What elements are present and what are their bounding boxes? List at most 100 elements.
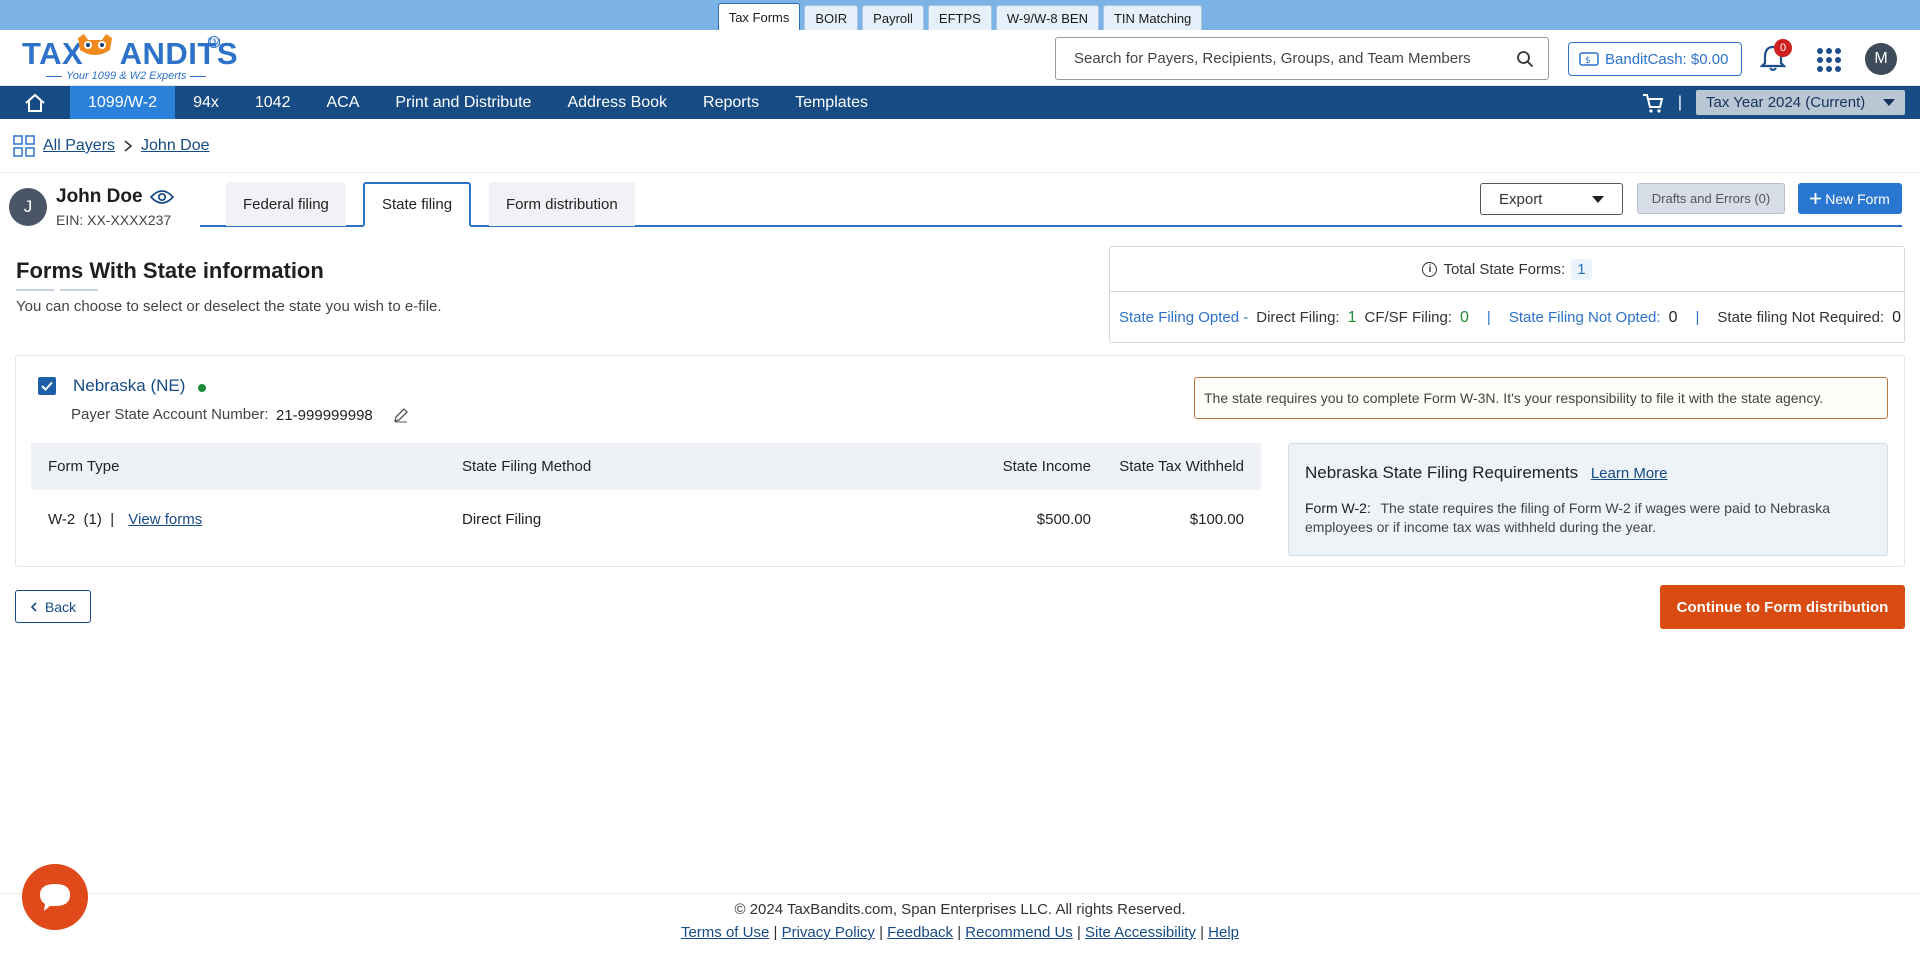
- footer-link-terms[interactable]: Terms of Use: [681, 924, 769, 941]
- nav-1099-w2[interactable]: 1099/W-2: [70, 86, 176, 119]
- requirements-body: The state requires the filing of Form W-…: [1305, 500, 1830, 535]
- breadcrumb: All Payers John Doe: [13, 135, 210, 157]
- requirements-text: Form W-2: The state requires the filing …: [1305, 499, 1865, 537]
- state-requirements-panel: Nebraska State Filing Requirements Learn…: [1288, 443, 1888, 556]
- footer-link-feedback[interactable]: Feedback: [887, 924, 953, 941]
- new-form-button[interactable]: New Form: [1798, 183, 1902, 214]
- breadcrumb-all-payers[interactable]: All Payers: [43, 137, 115, 155]
- nav-address-book[interactable]: Address Book: [549, 86, 685, 119]
- view-forms-link[interactable]: View forms: [128, 511, 202, 528]
- tab-federal-filing[interactable]: Federal filing: [226, 182, 346, 226]
- export-dropdown[interactable]: Export: [1480, 183, 1623, 215]
- product-tab-tax-forms[interactable]: Tax Forms: [717, 3, 801, 30]
- drafts-errors-button[interactable]: Drafts and Errors (0): [1637, 183, 1785, 214]
- direct-filing-label: Direct Filing:: [1256, 309, 1340, 326]
- summary-separator: |: [1486, 309, 1491, 326]
- tax-year-dropdown[interactable]: Tax Year 2024 (Current): [1696, 90, 1905, 115]
- tax-year-label: Tax Year 2024 (Current): [1706, 94, 1866, 111]
- nav-templates[interactable]: Templates: [777, 86, 886, 119]
- table-header-row: Form Type State Filing Method State Inco…: [31, 443, 1261, 490]
- not-required-label: State filing Not Required:: [1717, 309, 1885, 326]
- chevron-right-icon: [124, 140, 133, 152]
- nav-1042[interactable]: 1042: [237, 86, 309, 119]
- product-strip: Tax Forms BOIR Payroll EFTPS W-9/W-8 BEN…: [0, 0, 1920, 30]
- footer-link-help[interactable]: Help: [1208, 924, 1239, 941]
- payer-name: John Doe: [56, 186, 143, 207]
- search-icon[interactable]: [1516, 50, 1534, 68]
- nav-94x[interactable]: 94x: [175, 86, 237, 119]
- summary-separator: |: [1695, 309, 1700, 326]
- nav-reports[interactable]: Reports: [685, 86, 777, 119]
- opted-label: State Filing Opted -: [1119, 309, 1249, 326]
- payers-grid-icon[interactable]: [13, 135, 35, 157]
- state-card-nebraska: Nebraska (NE) Payer State Account Number…: [15, 355, 1905, 567]
- cell-state-tax-withheld: $100.00: [1189, 511, 1244, 528]
- global-search[interactable]: [1055, 37, 1549, 80]
- col-form-type: Form Type: [48, 458, 120, 475]
- back-label: Back: [44, 598, 77, 615]
- copyright-text: © 2024 TaxBandits.com, Span Enterprises …: [734, 901, 1186, 918]
- eye-icon[interactable]: [150, 189, 174, 205]
- product-tab-eftps[interactable]: EFTPS: [927, 5, 992, 30]
- col-state-income: State Income: [1002, 458, 1091, 475]
- logo-wordmark: TAX ANDITS: [22, 36, 239, 71]
- form-type-value: W-2 (1) |: [48, 511, 115, 528]
- footer-link-recommend[interactable]: Recommend Us: [965, 924, 1073, 941]
- app-header: TAX ANDITS TM Your 1099 & W2 Experts $ B…: [0, 30, 1920, 86]
- cart-icon[interactable]: [1642, 92, 1664, 114]
- section-subtitle: You can choose to select or deselect the…: [16, 298, 442, 315]
- home-button[interactable]: [0, 86, 70, 119]
- wallet-icon: $: [1579, 52, 1599, 66]
- product-tab-tin-matching[interactable]: TIN Matching: [1102, 5, 1203, 30]
- breadcrumb-current-payer[interactable]: John Doe: [141, 137, 210, 155]
- footer-link-accessibility[interactable]: Site Accessibility: [1085, 924, 1196, 941]
- bandit-cash-button[interactable]: $ BanditCash: $0.00: [1568, 42, 1742, 76]
- col-filing-method: State Filing Method: [462, 458, 592, 475]
- pencil-edit-icon[interactable]: [393, 407, 409, 423]
- footer-divider: [0, 893, 1920, 894]
- not-required-count: 0: [1892, 308, 1902, 326]
- state-account-value: 21-999999998: [276, 407, 373, 424]
- owl-logo-icon: [78, 34, 112, 55]
- col-state-tax-withheld: State Tax Withheld: [1119, 458, 1244, 475]
- nav-separator: |: [1677, 93, 1682, 111]
- cfsf-filing-label: CF/SF Filing:: [1364, 309, 1453, 326]
- continue-form-distribution-button[interactable]: Continue to Form distribution: [1660, 585, 1905, 629]
- learn-more-link[interactable]: Learn More: [1591, 465, 1668, 482]
- product-tab-boir[interactable]: BOIR: [804, 5, 859, 30]
- chevron-left-icon: [30, 601, 37, 612]
- tab-form-distribution[interactable]: Form distribution: [489, 182, 635, 226]
- search-input[interactable]: [1074, 50, 1516, 67]
- payer-ein: EIN: XX-XXXX237: [56, 212, 172, 228]
- info-icon: i: [1422, 261, 1438, 277]
- cell-state-income: $500.00: [1036, 511, 1091, 528]
- export-label: Export: [1499, 190, 1543, 208]
- nav-aca[interactable]: ACA: [308, 86, 377, 119]
- table-row: W-2 (1) | View forms Direct Filing $500.…: [31, 490, 1261, 549]
- chat-widget-button[interactable]: [22, 864, 88, 930]
- back-button[interactable]: Back: [15, 590, 91, 623]
- new-form-label: New Form: [1825, 190, 1890, 207]
- taxbandits-logo[interactable]: TAX ANDITS TM Your 1099 & W2 Experts: [20, 34, 238, 82]
- notification-count-badge: 0: [1774, 39, 1792, 57]
- product-tab-w9-w8ben[interactable]: W-9/W-8 BEN: [995, 5, 1099, 30]
- payer-avatar: J: [9, 188, 47, 226]
- user-avatar[interactable]: M: [1865, 43, 1897, 75]
- home-icon: [25, 93, 45, 112]
- logo-tagline: Your 1099 & W2 Experts: [42, 70, 210, 82]
- state-forms-summary: i Total State Forms: 1 State Filing Opte…: [1109, 246, 1905, 343]
- total-forms-label: Total State Forms:: [1443, 260, 1566, 278]
- nav-print-distribute[interactable]: Print and Distribute: [377, 86, 549, 119]
- product-tab-payroll[interactable]: Payroll: [862, 5, 924, 30]
- summary-breakdown-row: State Filing Opted - Direct Filing: 1 CF…: [1110, 292, 1904, 343]
- state-requirement-note: The state requires you to complete Form …: [1194, 377, 1888, 419]
- main-navbar: 1099/W-2 94x 1042 ACA Print and Distribu…: [0, 86, 1920, 119]
- state-checkbox[interactable]: [38, 377, 56, 395]
- chat-icon: [40, 884, 70, 911]
- checkmark-icon: [41, 381, 53, 391]
- apps-grid-icon[interactable]: [1817, 48, 1841, 72]
- tab-state-filing[interactable]: State filing: [363, 182, 472, 227]
- not-opted-label: State Filing Not Opted:: [1508, 309, 1661, 326]
- footer-link-privacy[interactable]: Privacy Policy: [782, 924, 875, 941]
- requirements-title: Nebraska State Filing Requirements Learn…: [1305, 463, 1668, 483]
